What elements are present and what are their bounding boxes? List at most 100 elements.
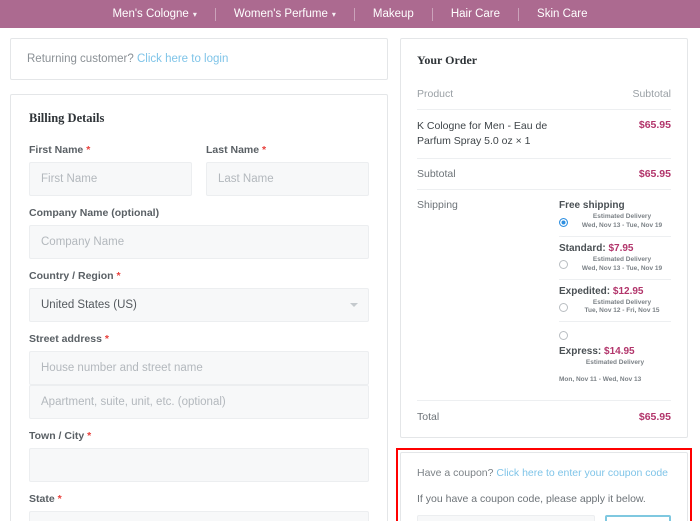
nav-item-skin-care[interactable]: Skin Care: [519, 0, 606, 28]
order-total-value: $65.95: [638, 410, 671, 423]
country-region-field: Country / Region * United States (US): [29, 270, 369, 322]
shipping-option-eta-line: Estimated Delivery Tue, Nov 12 - Fri, No…: [559, 299, 671, 317]
shipping-option-standard[interactable]: Standard: $7.95 Estimated Delivery Wed, …: [559, 242, 671, 280]
eta-dates: Wed, Nov 13 - Tue, Nov 19: [581, 264, 663, 272]
order-line-item: K Cologne for Men - Eau de Parfum Spray …: [417, 109, 671, 158]
state-label: State *: [29, 493, 369, 505]
last-name-label-text: Last Name: [206, 144, 260, 156]
nav-item-hair-care[interactable]: Hair Care: [433, 0, 518, 28]
country-region-label-text: Country / Region: [29, 270, 114, 282]
coupon-form: Apply: [417, 514, 671, 521]
column-header-product: Product: [417, 88, 454, 100]
coupon-section: Have a coupon? Click here to enter your …: [396, 447, 692, 521]
order-summary-card: Your Order Product Subtotal K Cologne fo…: [400, 38, 688, 438]
order-table-header: Product Subtotal: [417, 88, 671, 109]
order-summary-title: Your Order: [417, 53, 478, 67]
shipping-option-express[interactable]: Express: $14.95 Estimated Delivery Mon, …: [559, 327, 671, 391]
eta-label: Estimated Delivery: [592, 255, 652, 263]
shipping-option-expedited[interactable]: Expedited: $12.95 Estimated Delivery Tue…: [559, 285, 671, 323]
shipping-radio-expedited[interactable]: [559, 302, 568, 312]
checkout-page: Returning customer? Click here to login …: [0, 28, 700, 521]
coupon-prompt: Have a coupon? Click here to enter your …: [417, 467, 671, 479]
coupon-code-input[interactable]: [417, 514, 595, 521]
town-city-input[interactable]: [29, 448, 369, 482]
nav-item-makeup[interactable]: Makeup: [355, 0, 432, 28]
shipping-eta: Estimated Delivery Tue, Nov 12 - Fri, No…: [573, 299, 671, 317]
shipping-option-name: Expedited: $12.95: [559, 285, 671, 298]
shipping-radio-express[interactable]: [559, 331, 568, 341]
first-name-input[interactable]: [29, 162, 192, 196]
order-total-row: Total $65.95: [417, 399, 671, 427]
state-value-wrap: Select an option…: [29, 511, 369, 521]
login-link[interactable]: Click here to login: [137, 53, 228, 65]
street-address-line2-input[interactable]: [29, 385, 369, 419]
company-name-input[interactable]: [29, 225, 369, 259]
state-select[interactable]: Select an option…: [29, 511, 369, 521]
returning-customer-text: Returning customer?: [27, 53, 134, 65]
required-marker: *: [86, 144, 91, 156]
billing-details-card: Billing Details First Name * Last Name *: [10, 94, 388, 521]
street-address-line1-input[interactable]: [29, 351, 369, 385]
order-subtotal-value: $65.95: [638, 168, 671, 181]
town-city-label: Town / City *: [29, 430, 369, 442]
required-marker: *: [116, 270, 121, 282]
shipping-option-eta-line: Estimated Delivery Wed, Nov 13 - Tue, No…: [559, 256, 671, 274]
shipping-radio-row: [559, 327, 671, 345]
order-subtotal-label: Subtotal: [417, 168, 456, 181]
state-label-text: State: [29, 493, 55, 505]
shipping-option-eta-line: Estimated Delivery Mon, Nov 11 - Wed, No…: [559, 359, 671, 386]
order-total-label: Total: [417, 410, 440, 423]
shipping-eta: Estimated Delivery Wed, Nov 13 - Tue, No…: [573, 256, 671, 274]
street-address-label-text: Street address: [29, 333, 102, 345]
chevron-down-icon: ▾: [331, 10, 336, 19]
shipping-radio-free[interactable]: [559, 217, 568, 227]
column-header-subtotal: Subtotal: [632, 88, 671, 100]
required-marker: *: [87, 430, 92, 442]
nav-item-label: Women's Perfume: [233, 8, 328, 20]
shipping-option-amount: $7.95: [608, 242, 634, 254]
shipping-option-name: Express: $14.95: [559, 345, 671, 358]
shipping-option-eta-line: Estimated Delivery Wed, Nov 13 - Tue, No…: [559, 213, 671, 231]
nav-item-label: Skin Care: [537, 8, 588, 20]
eta-label: Estimated Delivery: [592, 213, 652, 221]
order-subtotal-row: Subtotal $65.95: [417, 158, 671, 189]
last-name-input[interactable]: [206, 162, 369, 196]
nav-item-mens-cologne[interactable]: Men's Cologne ▾: [94, 0, 214, 28]
billing-column: Returning customer? Click here to login …: [10, 38, 388, 521]
first-name-label: First Name *: [29, 144, 192, 156]
shipping-radio-standard[interactable]: [559, 260, 568, 270]
street-address-label: Street address *: [29, 333, 369, 345]
nav-item-label: Men's Cologne: [112, 8, 189, 20]
country-region-select[interactable]: United States (US): [29, 288, 369, 322]
apply-coupon-button[interactable]: Apply: [605, 514, 671, 521]
shipping-option-label: Standard:: [559, 242, 606, 254]
country-region-value: United States (US): [41, 299, 137, 311]
country-region-label: Country / Region *: [29, 270, 369, 282]
shipping-option-name: Standard: $7.95: [559, 242, 671, 255]
first-name-field: First Name *: [29, 144, 192, 196]
eta-label: Estimated Delivery: [585, 359, 645, 367]
shipping-eta: Estimated Delivery Wed, Nov 13 - Tue, No…: [573, 213, 671, 231]
coupon-question: Have a coupon?: [417, 466, 494, 479]
company-name-field: Company Name (optional): [29, 207, 369, 259]
country-region-value-wrap: United States (US): [29, 288, 369, 322]
coupon-toggle-link[interactable]: Click here to enter your coupon code: [496, 467, 668, 479]
returning-customer-notice: Returning customer? Click here to login: [10, 38, 388, 80]
shipping-label: Shipping: [417, 199, 458, 212]
state-field: State * Select an option…: [29, 493, 369, 521]
shipping-options-list: Free shipping Estimated Delivery Wed, No…: [559, 199, 671, 395]
shipping-option-free[interactable]: Free shipping Estimated Delivery Wed, No…: [559, 199, 671, 237]
shipping-option-name: Free shipping: [559, 199, 671, 212]
eta-dates: Wed, Nov 13 - Tue, Nov 19: [581, 222, 663, 230]
required-marker: *: [262, 144, 267, 156]
eta-dates: Tue, Nov 12 - Fri, Nov 15: [584, 307, 660, 315]
nav-item-womens-perfume[interactable]: Women's Perfume ▾: [216, 0, 354, 28]
order-column: Your Order Product Subtotal K Cologne fo…: [396, 38, 692, 521]
required-marker: *: [57, 493, 62, 505]
billing-details-title: Billing Details: [29, 111, 105, 125]
last-name-field: Last Name *: [206, 144, 369, 196]
nav-item-label: Makeup: [372, 8, 414, 20]
shipping-eta: Estimated Delivery Mon, Nov 11 - Wed, No…: [559, 359, 671, 383]
last-name-label: Last Name *: [206, 144, 369, 156]
town-city-label-text: Town / City: [29, 430, 85, 442]
